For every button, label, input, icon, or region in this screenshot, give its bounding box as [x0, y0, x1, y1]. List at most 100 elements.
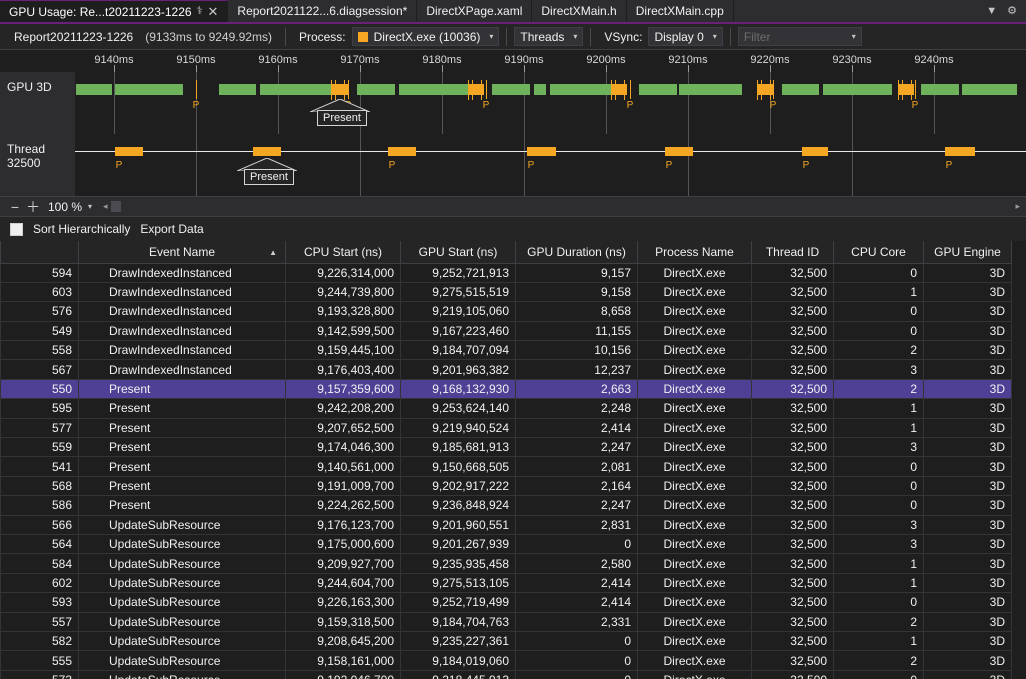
gpu-work-bar[interactable] [115, 84, 183, 95]
table-row[interactable]: 586Present9,224,262,5009,236,848,9242,24… [1, 496, 1012, 515]
cell-id: 568 [1, 476, 79, 495]
cell-id: 595 [1, 399, 79, 418]
cell-thread_id: 32,500 [752, 457, 834, 476]
tab-diagsession[interactable]: Report2021122...6.diagsession* [228, 0, 417, 22]
table-row[interactable]: 567DrawIndexedInstanced9,176,403,4009,20… [1, 360, 1012, 379]
gear-icon[interactable]: ⚙ [1007, 6, 1017, 17]
table-row[interactable]: 602UpdateSubResource9,244,604,7009,275,5… [1, 573, 1012, 592]
present-tick-icon [481, 80, 482, 100]
table-row[interactable]: 576DrawIndexedInstanced9,193,328,8009,21… [1, 302, 1012, 321]
table-row[interactable]: 573UpdateSubResource9,192,046,7009,218,4… [1, 670, 1012, 679]
thread-present-bar[interactable] [388, 147, 416, 156]
export-data-button[interactable]: Export Data [140, 222, 203, 236]
chevron-down-icon[interactable]: ▾ [88, 202, 100, 211]
col-header-gpu-start[interactable]: GPU Start (ns) [401, 241, 516, 263]
thread-present-bar[interactable] [665, 147, 693, 156]
sort-hierarchically-label[interactable]: Sort Hierarchically [33, 222, 130, 236]
cell-gpu_start: 9,202,917,222 [401, 476, 516, 495]
gpu3d-track-body[interactable]: PPPPPPPresent [75, 72, 1026, 134]
timeline-scroll-thumb[interactable] [111, 201, 121, 212]
cell-thread_id: 32,500 [752, 321, 834, 340]
gpu-work-bar[interactable] [962, 84, 1017, 95]
table-row[interactable]: 595Present9,242,208,2009,253,624,1402,24… [1, 399, 1012, 418]
gpu-work-bar[interactable] [823, 84, 892, 95]
gpu-work-bar[interactable] [550, 84, 611, 95]
timeline-ruler[interactable]: 9140ms9150ms9160ms9170ms9180ms9190ms9200… [0, 50, 1026, 72]
threads-dropdown[interactable]: Threads ▾ [514, 27, 583, 46]
cell-thread_id: 32,500 [752, 593, 834, 612]
zoom-out-button[interactable]: − [6, 200, 24, 214]
chevron-down-icon[interactable]: ▼ [986, 6, 997, 17]
cell-process: DirectX.exe [638, 341, 752, 360]
cell-cpu_start: 9,226,163,300 [286, 593, 401, 612]
filter-dropdown[interactable]: Filter ▾ [738, 27, 862, 46]
timeline-scroll-left-icon[interactable]: ◂ [100, 201, 111, 212]
table-row[interactable]: 566UpdateSubResource9,176,123,7009,201,9… [1, 515, 1012, 534]
table-row[interactable]: 541Present9,140,561,0009,150,668,5052,08… [1, 457, 1012, 476]
col-header-cpu-start[interactable]: CPU Start (ns) [286, 241, 401, 263]
process-dropdown[interactable]: DirectX.exe (10036) ▾ [352, 27, 500, 46]
zoom-in-button[interactable]: ＋ [24, 200, 42, 214]
thread-present-bar[interactable] [802, 147, 828, 156]
table-row[interactable]: 557UpdateSubResource9,159,318,5009,184,7… [1, 612, 1012, 631]
thread-present-bar[interactable] [253, 147, 281, 156]
gpu-work-bar[interactable] [639, 84, 677, 95]
table-row[interactable]: 584UpdateSubResource9,209,927,7009,235,9… [1, 554, 1012, 573]
tab-directxpage-xaml[interactable]: DirectXPage.xaml [417, 0, 532, 22]
gpu-work-bar[interactable] [782, 84, 819, 95]
cell-gpu_duration: 2,414 [516, 418, 638, 437]
cell-id: 559 [1, 438, 79, 457]
col-header-gpu-engine[interactable]: GPU Engine [924, 241, 1012, 263]
table-row[interactable]: 593UpdateSubResource9,226,163,3009,252,7… [1, 593, 1012, 612]
gpu-work-bar[interactable] [260, 84, 333, 95]
gpu-work-bar[interactable] [76, 84, 112, 95]
cell-cpu_core: 0 [834, 670, 924, 679]
tab-gpu-usage-report[interactable]: GPU Usage: Re...t20211223-1226 ⚕ ✕ [0, 0, 228, 22]
gpu-work-bar[interactable] [357, 84, 395, 95]
table-row[interactable]: 558DrawIndexedInstanced9,159,445,1009,18… [1, 341, 1012, 360]
gpu-work-bar[interactable] [219, 84, 256, 95]
table-row[interactable]: 555UpdateSubResource9,158,161,0009,184,0… [1, 651, 1012, 670]
gpu-work-bar[interactable] [534, 84, 546, 95]
table-row[interactable]: 594DrawIndexedInstanced9,226,314,0009,25… [1, 263, 1012, 282]
tab-directxmain-cpp[interactable]: DirectXMain.cpp [627, 0, 734, 22]
thread-present-bar[interactable] [115, 147, 143, 156]
toolbar-divider [730, 28, 731, 46]
ruler-tick [524, 65, 525, 72]
thread-present-bar[interactable] [527, 147, 556, 156]
tab-directxmain-h[interactable]: DirectXMain.h [532, 0, 626, 22]
gpu-work-bar[interactable] [679, 84, 742, 95]
thread-present-callout[interactable]: Present [244, 169, 294, 185]
gpu-present-callout[interactable]: Present [317, 110, 367, 126]
cell-cpu_start: 9,209,927,700 [286, 554, 401, 573]
thread-track-body[interactable]: PPPPPPPresent [75, 134, 1026, 196]
pin-icon[interactable]: ⚕ [197, 6, 203, 17]
close-icon[interactable]: ✕ [208, 5, 219, 18]
table-row[interactable]: 550Present9,157,359,6009,168,132,9302,66… [1, 379, 1012, 398]
present-marker-label: P [193, 100, 200, 111]
table-row[interactable]: 568Present9,191,009,7009,202,917,2222,16… [1, 476, 1012, 495]
col-header-gpu-duration[interactable]: GPU Duration (ns) [516, 241, 638, 263]
gpu-work-bar[interactable] [399, 84, 470, 95]
sort-hierarchically-checkbox[interactable] [10, 223, 23, 236]
cell-gpu_engine: 3D [924, 341, 1012, 360]
gpu-work-bar[interactable] [492, 84, 530, 95]
process-label: Process: [293, 30, 352, 44]
cell-id: 550 [1, 379, 79, 398]
vsync-display-dropdown[interactable]: Display 0 ▾ [648, 27, 722, 46]
col-header-process-name[interactable]: Process Name [638, 241, 752, 263]
present-marker-label: P [389, 160, 396, 171]
col-header-event-name[interactable]: Event Name ▲ [79, 241, 286, 263]
table-row[interactable]: 564UpdateSubResource9,175,000,6009,201,2… [1, 534, 1012, 553]
gpu-work-bar[interactable] [921, 84, 959, 95]
col-header-cpu-core[interactable]: CPU Core [834, 241, 924, 263]
timeline-scroll-right-icon[interactable]: ▸ [1009, 201, 1026, 212]
thread-present-bar[interactable] [945, 147, 975, 156]
table-row[interactable]: 603DrawIndexedInstanced9,244,739,8009,27… [1, 282, 1012, 301]
table-row[interactable]: 577Present9,207,652,5009,219,940,5242,41… [1, 418, 1012, 437]
table-row[interactable]: 549DrawIndexedInstanced9,142,599,5009,16… [1, 321, 1012, 340]
table-row[interactable]: 582UpdateSubResource9,208,645,2009,235,2… [1, 631, 1012, 650]
col-header-id[interactable] [1, 241, 79, 263]
table-row[interactable]: 559Present9,174,046,3009,185,681,9132,24… [1, 438, 1012, 457]
col-header-thread-id[interactable]: Thread ID [752, 241, 834, 263]
